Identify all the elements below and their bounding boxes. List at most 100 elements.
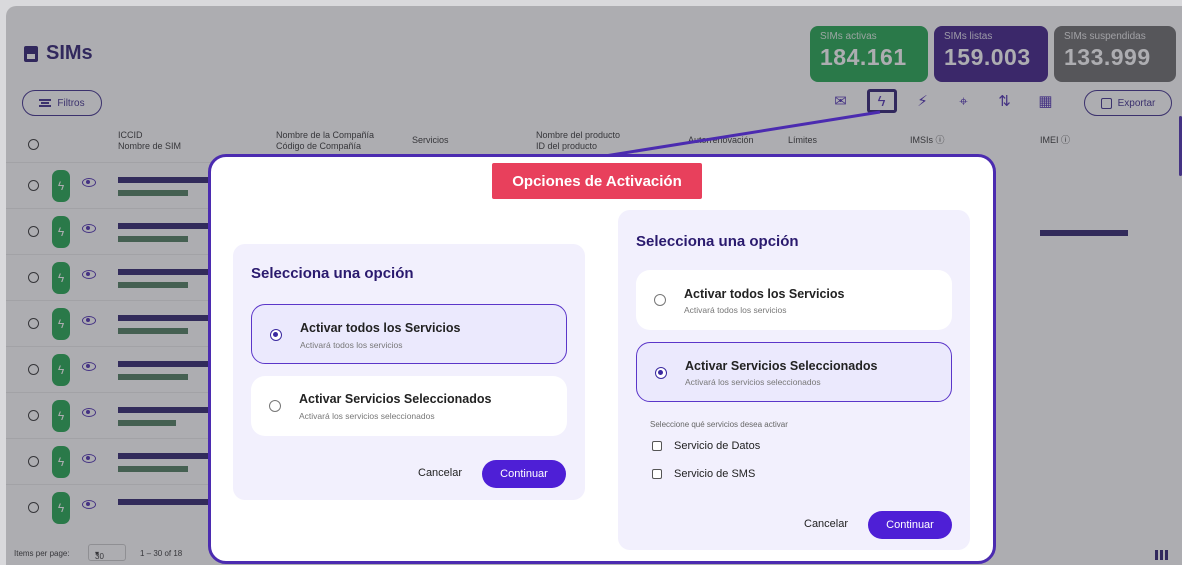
eye-icon[interactable] [82, 270, 96, 279]
stat-ready-sims: SIMs listas 159.003 [934, 26, 1048, 82]
col-company-code: Código de Compañía [276, 141, 362, 151]
sms-service-checkbox[interactable] [652, 469, 662, 479]
redacted-iccid [118, 223, 216, 229]
right-option-selected-services[interactable]: Activar Servicios Seleccionados Activará… [636, 342, 952, 402]
chart-icon[interactable]: ⇅ [990, 89, 1020, 113]
redacted-iccid [118, 407, 216, 413]
col-imei: IMEI ⓘ [1040, 135, 1071, 145]
row-radio[interactable] [28, 456, 39, 467]
col-sim-name: Nombre de SIM [118, 141, 182, 151]
option-subtitle: Activará los servicios seleccionados [299, 411, 435, 421]
stat-label: SIMs activas [820, 31, 877, 42]
col-imsis: IMSIs ⓘ [910, 135, 945, 145]
bolt-icon[interactable]: ϟ [52, 308, 70, 340]
eye-icon[interactable] [82, 316, 96, 325]
left-option-selected-services[interactable]: Activar Servicios Seleccionados Activará… [251, 376, 567, 436]
right-option-all-services[interactable]: Activar todos los Servicios Activará tod… [636, 270, 952, 330]
eye-icon[interactable] [82, 362, 96, 371]
stat-active-sims: SIMs activas 184.161 [810, 26, 928, 82]
page-title-text: SIMs [46, 42, 93, 64]
radio-selected[interactable] [655, 367, 667, 379]
data-service-checkbox[interactable] [652, 441, 662, 451]
table-row[interactable]: ϟ [6, 484, 216, 530]
left-continue-button[interactable]: Continuar [482, 460, 566, 488]
col-company-name: Nombre de la Compañía [276, 130, 375, 140]
eye-icon[interactable] [82, 454, 96, 463]
table-row[interactable]: ϟ [6, 162, 216, 208]
radio-unselected[interactable] [269, 400, 281, 412]
option-subtitle: Activará todos los servicios [684, 305, 787, 315]
radio-unselected[interactable] [654, 294, 666, 306]
redacted-sim-name [118, 374, 188, 380]
col-autorenewal: Autorrenovación [688, 135, 754, 145]
table-row[interactable]: ϟ [6, 346, 216, 392]
radio-selected[interactable] [270, 329, 282, 341]
left-option-all-services[interactable]: Activar todos los Servicios Activará tod… [251, 304, 567, 364]
option-title: Activar Servicios Seleccionados [685, 359, 878, 373]
export-button[interactable]: Exportar [1084, 90, 1172, 116]
page-title: SIMs [24, 42, 93, 65]
gift-icon[interactable]: ▦ [1031, 89, 1061, 113]
eye-icon[interactable] [82, 224, 96, 233]
redacted-iccid [118, 269, 216, 275]
row-radio[interactable] [28, 318, 39, 329]
option-subtitle: Activará todos los servicios [300, 340, 403, 350]
redacted-sim-name [118, 190, 188, 196]
redacted-sim-name [118, 282, 188, 288]
bolt-icon[interactable]: ϟ [52, 216, 70, 248]
location-icon[interactable]: ⌖ [949, 89, 979, 113]
option-subtitle: Activará los servicios seleccionados [685, 377, 821, 387]
row-radio[interactable] [28, 180, 39, 191]
stat-suspended-sims: SIMs suspendidas 133.999 [1054, 26, 1176, 82]
table-row[interactable]: ϟ [6, 208, 216, 254]
col-limits: Límites [788, 135, 818, 145]
mail-icon[interactable]: ✉ [826, 89, 856, 113]
filters-button[interactable]: Filtros [22, 90, 102, 116]
row-radio[interactable] [28, 272, 39, 283]
items-per-page-select[interactable]: 30 ▾ [88, 544, 126, 561]
table-row[interactable]: ϟ [6, 254, 216, 300]
bolt-icon[interactable]: ϟ [52, 400, 70, 432]
eye-icon[interactable] [82, 500, 96, 509]
row-radio[interactable] [28, 226, 39, 237]
export-label: Exportar [1117, 97, 1156, 109]
stat-value: 159.003 [944, 44, 1031, 70]
columns-icon[interactable] [1152, 546, 1170, 564]
right-continue-button[interactable]: Continuar [868, 511, 952, 539]
redacted-sim-name [118, 236, 188, 242]
stat-value: 184.161 [820, 44, 907, 70]
table-row[interactable]: ϟ [6, 392, 216, 438]
row-radio[interactable] [28, 410, 39, 421]
bolt-icon[interactable]: ϟ [866, 89, 897, 113]
bolt-icon[interactable]: ϟ [52, 170, 70, 202]
stat-label: SIMs suspendidas [1064, 31, 1146, 42]
redacted-iccid [118, 177, 216, 183]
bolt-icon[interactable]: ϟ [52, 492, 70, 524]
filter-icon [39, 99, 52, 107]
sms-service-checkbox-row[interactable]: Servicio de SMS [652, 468, 755, 480]
col-iccid: ICCID [118, 130, 143, 140]
col-services: Servicios [412, 135, 449, 145]
bolt-icon[interactable]: ϟ [52, 354, 70, 386]
table-row[interactable]: ϟ [6, 300, 216, 346]
select-all-radio[interactable] [28, 139, 39, 150]
row-radio[interactable] [28, 502, 39, 513]
left-cancel-button[interactable]: Cancelar [418, 467, 462, 479]
right-panel-heading: Selecciona una opción [636, 233, 799, 250]
dialog-title: Opciones de Activación [492, 163, 702, 199]
table-row[interactable]: ϟ [6, 438, 216, 484]
row-radio[interactable] [28, 364, 39, 375]
col-product-id: ID del producto [536, 141, 598, 151]
redacted-sim-name [118, 420, 176, 426]
eye-icon[interactable] [82, 178, 96, 187]
eye-icon[interactable] [82, 408, 96, 417]
right-cancel-button[interactable]: Cancelar [804, 518, 848, 530]
bolt-icon[interactable]: ϟ [52, 446, 70, 478]
redacted-sim-name [118, 328, 188, 334]
paginator: Items per page: 30 ▾ 1 – 30 of 18 [6, 542, 216, 565]
stat-label: SIMs listas [944, 31, 993, 42]
redacted-iccid [118, 499, 216, 505]
data-service-checkbox-row[interactable]: Servicio de Datos [652, 440, 760, 452]
bolt-icon[interactable]: ϟ [52, 262, 70, 294]
deactivate-icon[interactable]: ⚡︎ [908, 89, 938, 113]
